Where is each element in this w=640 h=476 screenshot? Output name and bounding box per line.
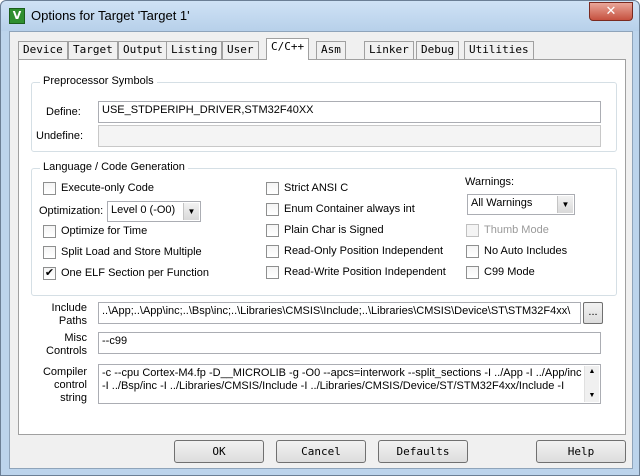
- misc-controls-label-1: Misc: [64, 332, 87, 344]
- scroll-up-icon[interactable]: ▲: [585, 366, 599, 378]
- optimization-select[interactable]: Level 0 (-O0) ▼: [107, 201, 201, 222]
- chevron-down-icon: ▼: [557, 196, 573, 213]
- plain-char-label: Plain Char is Signed: [284, 224, 384, 236]
- title-bar[interactable]: V Options for Target 'Target 1' ✕: [1, 1, 639, 31]
- warnings-select[interactable]: All Warnings ▼: [467, 194, 575, 215]
- tab-user[interactable]: User: [222, 41, 259, 59]
- compiler-control-label-1: Compiler: [42, 366, 87, 378]
- thumb-mode-label: Thumb Mode: [484, 224, 549, 236]
- undefine-input[interactable]: [98, 125, 601, 147]
- include-paths-label-1: Include: [51, 302, 87, 314]
- options-dialog: V Options for Target 'Target 1' ✕ Device…: [0, 0, 640, 476]
- defaults-button[interactable]: Defaults: [378, 440, 468, 463]
- tab-listing[interactable]: Listing: [166, 41, 223, 59]
- compiler-control-textarea[interactable]: -c --cpu Cortex-M4.fp -D__MICROLIB -g -O…: [98, 364, 601, 404]
- close-button[interactable]: ✕: [589, 2, 633, 21]
- c-cpp-panel: Preprocessor Symbols Define: USE_STDPERI…: [18, 59, 626, 435]
- execute-only-label: Execute-only Code: [61, 182, 154, 194]
- plain-char-checkbox[interactable]: [266, 224, 279, 237]
- scroll-down-icon[interactable]: ▼: [585, 390, 599, 402]
- define-label: Define:: [46, 106, 81, 118]
- warnings-label: Warnings:: [465, 176, 515, 188]
- enum-container-checkbox[interactable]: [266, 203, 279, 216]
- optimize-time-checkbox[interactable]: [43, 225, 56, 238]
- keil-uvision-icon: V: [9, 8, 25, 24]
- ro-position-label: Read-Only Position Independent: [284, 245, 443, 257]
- optimization-label: Optimization:: [39, 205, 104, 217]
- rw-position-checkbox[interactable]: [266, 266, 279, 279]
- tab-asm[interactable]: Asm: [316, 41, 346, 59]
- split-load-checkbox[interactable]: [43, 246, 56, 259]
- tab-output[interactable]: Output: [118, 41, 168, 59]
- one-elf-label: One ELF Section per Function: [61, 267, 209, 279]
- undefine-label: Undefine:: [36, 130, 84, 142]
- warnings-value: All Warnings: [471, 197, 533, 209]
- dialog-body: Device Target Output Listing User C/C++ …: [9, 31, 633, 469]
- include-paths-input[interactable]: ..\App;..\App\inc;..\Bsp\inc;..\Librarie…: [98, 302, 581, 324]
- c99-mode-label: C99 Mode: [484, 266, 535, 278]
- compiler-control-text: -c --cpu Cortex-M4.fp -D__MICROLIB -g -O…: [102, 367, 582, 392]
- checkmark-icon: ✔: [44, 267, 55, 279]
- no-auto-includes-checkbox[interactable]: [466, 245, 479, 258]
- no-auto-includes-label: No Auto Includes: [484, 245, 568, 257]
- tab-device[interactable]: Device: [18, 41, 68, 59]
- execute-only-checkbox[interactable]: [43, 182, 56, 195]
- chevron-down-icon: ▼: [183, 203, 199, 220]
- misc-controls-label-2: Controls: [46, 345, 87, 357]
- strict-ansi-checkbox[interactable]: [266, 182, 279, 195]
- include-paths-browse-button[interactable]: ...: [583, 302, 603, 324]
- language-title: Language / Code Generation: [40, 161, 188, 173]
- tab-utilities[interactable]: Utilities: [464, 41, 534, 59]
- preprocessor-title: Preprocessor Symbols: [40, 75, 157, 87]
- split-load-label: Split Load and Store Multiple: [61, 246, 202, 258]
- window-title: Options for Target 'Target 1': [31, 8, 190, 23]
- compiler-control-label-3: string: [60, 392, 87, 404]
- thumb-mode-checkbox[interactable]: [466, 224, 479, 237]
- tab-debug[interactable]: Debug: [416, 41, 460, 59]
- tab-target[interactable]: Target: [68, 41, 118, 59]
- ok-button[interactable]: OK: [174, 440, 264, 463]
- one-elf-checkbox[interactable]: ✔: [43, 267, 56, 280]
- tab-linker[interactable]: Linker: [364, 41, 414, 59]
- help-button[interactable]: Help: [536, 440, 626, 463]
- optimization-value: Level 0 (-O0): [111, 204, 176, 216]
- define-input[interactable]: USE_STDPERIPH_DRIVER,STM32F40XX: [98, 101, 601, 123]
- strict-ansi-label: Strict ANSI C: [284, 182, 349, 194]
- enum-container-label: Enum Container always int: [284, 203, 415, 215]
- compiler-control-label-2: control: [53, 379, 87, 391]
- cancel-button[interactable]: Cancel: [276, 440, 366, 463]
- tab-c-cpp[interactable]: C/C++: [266, 38, 310, 60]
- optimize-time-label: Optimize for Time: [61, 225, 148, 237]
- rw-position-label: Read-Write Position Independent: [284, 266, 446, 278]
- c99-mode-checkbox[interactable]: [466, 266, 479, 279]
- compiler-control-scrollbar[interactable]: ▲ ▼: [584, 366, 599, 402]
- misc-controls-input[interactable]: --c99: [98, 332, 601, 354]
- include-paths-label-2: Paths: [58, 315, 87, 327]
- ro-position-checkbox[interactable]: [266, 245, 279, 258]
